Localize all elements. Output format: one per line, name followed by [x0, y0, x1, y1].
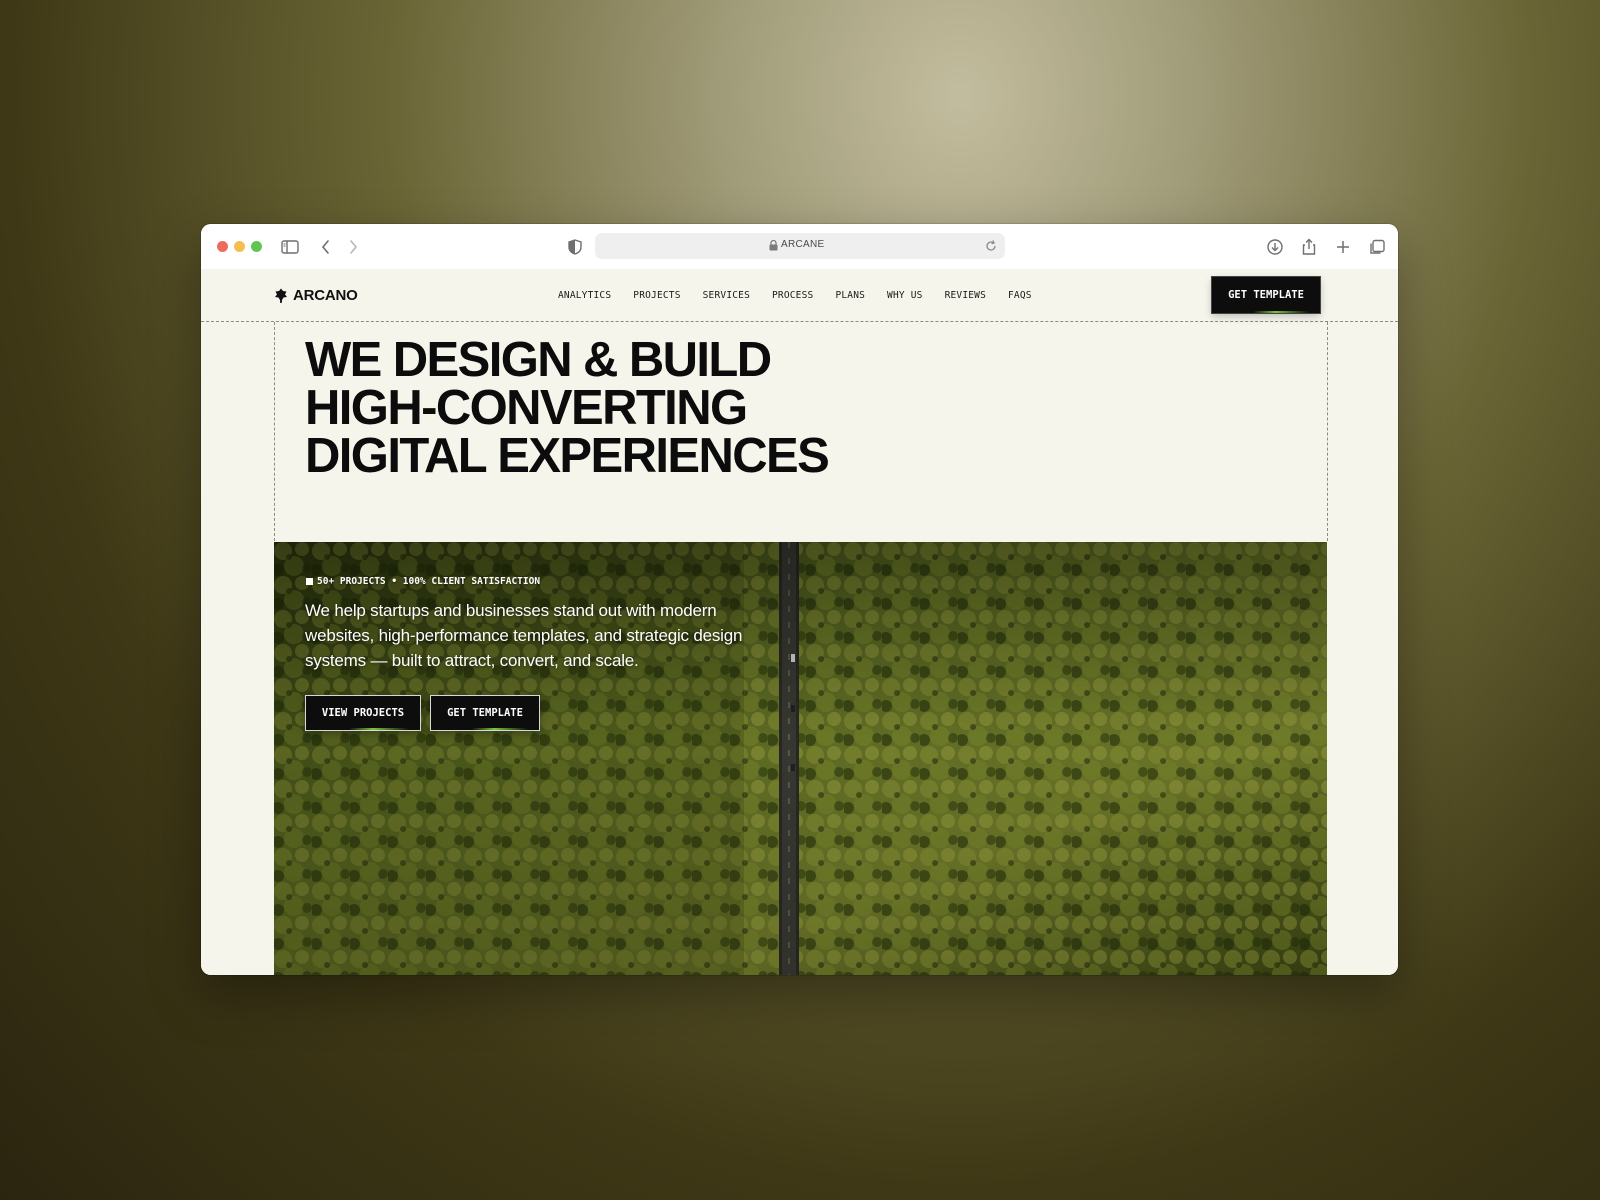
stats-badge-text: 50+ PROJECTS • 100% CLIENT SATISFACTION: [317, 576, 541, 587]
site-header: ARCANO ANALYTICS PROJECTS SERVICES PROCE…: [201, 269, 1398, 322]
nav-services[interactable]: SERVICES: [703, 290, 750, 301]
address-bar[interactable]: ARCANE: [595, 233, 1005, 259]
get-template-button[interactable]: GET TEMPLATE: [430, 695, 540, 731]
guide-line-right: [1327, 322, 1328, 541]
close-window-button[interactable]: [217, 241, 228, 252]
stats-badge: 50+ PROJECTS • 100% CLIENT SATISFACTION: [306, 576, 540, 587]
zoom-window-button[interactable]: [251, 241, 262, 252]
nav-process[interactable]: PROCESS: [772, 290, 813, 301]
reload-icon[interactable]: [983, 238, 999, 254]
guide-line-left: [274, 322, 275, 541]
get-template-nav-button[interactable]: GET TEMPLATE: [1212, 277, 1320, 313]
tree-logo-icon: [275, 288, 287, 303]
nav-analytics[interactable]: ANALYTICS: [558, 290, 611, 301]
square-bullet-icon: [306, 578, 313, 585]
brand-logo[interactable]: ARCANO: [274, 287, 358, 304]
hero-image-section: 50+ PROJECTS • 100% CLIENT SATISFACTION …: [274, 542, 1327, 975]
minimize-window-button[interactable]: [234, 241, 245, 252]
nav-why-us[interactable]: WHY US: [887, 290, 923, 301]
download-icon[interactable]: [1264, 236, 1286, 258]
browser-window: ARCANE ARCANO ANALYTICS PROJECTS SERVICE…: [201, 224, 1398, 975]
address-url: ARCANE: [781, 239, 825, 250]
nav-plans[interactable]: PLANS: [835, 290, 865, 301]
hero-description: We help startups and businesses stand ou…: [305, 601, 743, 670]
shield-icon[interactable]: [564, 236, 586, 258]
hero-headline: WE DESIGN & BUILD HIGH-CONVERTING DIGITA…: [305, 333, 1005, 483]
back-icon[interactable]: [315, 236, 337, 258]
new-tab-icon[interactable]: [1332, 236, 1354, 258]
browser-toolbar: ARCANE: [201, 224, 1398, 270]
website: ARCANO ANALYTICS PROJECTS SERVICES PROCE…: [201, 269, 1398, 975]
lock-icon: [769, 240, 778, 251]
tabs-overview-icon[interactable]: [1366, 236, 1388, 258]
headline-line-2: HIGH-CONVERTING: [305, 381, 748, 435]
view-projects-button[interactable]: VIEW PROJECTS: [305, 695, 421, 731]
main-nav: ANALYTICS PROJECTS SERVICES PROCESS PLAN…: [558, 290, 1054, 301]
nav-projects[interactable]: PROJECTS: [633, 290, 680, 301]
headline-line-1: WE DESIGN & BUILD: [305, 333, 772, 387]
nav-reviews[interactable]: REVIEWS: [945, 290, 986, 301]
share-icon[interactable]: [1298, 236, 1320, 258]
sidebar-icon[interactable]: [279, 236, 301, 258]
headline-line-3: DIGITAL EXPERIENCES: [305, 429, 830, 483]
nav-faqs[interactable]: FAQS: [1008, 290, 1032, 301]
brand-name: ARCANO: [293, 287, 358, 304]
forward-icon[interactable]: [342, 236, 364, 258]
